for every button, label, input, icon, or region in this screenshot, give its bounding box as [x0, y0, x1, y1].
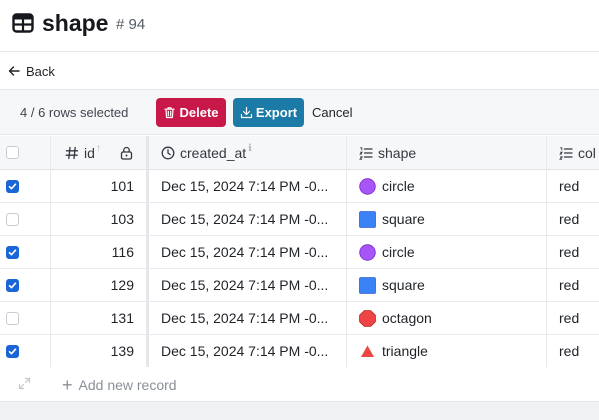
- cell-id[interactable]: 129: [51, 269, 146, 301]
- selection-count: 4 / 6 rows selected: [20, 105, 129, 120]
- red-octagon-icon: [359, 309, 376, 327]
- arrow-left-icon: [8, 66, 20, 76]
- info-icon[interactable]: ℹ: [248, 143, 252, 154]
- add-new-record-button[interactable]: + Add new record: [62, 376, 177, 394]
- table-row[interactable]: 103 Dec 15, 2024 7:14 PM -0... square red: [0, 203, 599, 236]
- add-record-label: Add new record: [78, 377, 177, 393]
- row-checkbox[interactable]: [6, 212, 19, 226]
- cell-created-at[interactable]: Dec 15, 2024 7:14 PM -0...: [146, 269, 346, 301]
- plus-icon: +: [62, 375, 73, 395]
- hash-icon: [65, 146, 79, 159]
- cell-created-at[interactable]: Dec 15, 2024 7:14 PM -0...: [146, 335, 346, 367]
- cell-color[interactable]: red: [546, 302, 599, 334]
- select-all-checkbox[interactable]: [6, 146, 19, 159]
- cell-shape[interactable]: circle: [346, 170, 546, 202]
- row-select-cell: [0, 302, 51, 334]
- cell-shape[interactable]: square: [346, 203, 546, 235]
- cell-shape[interactable]: circle: [346, 236, 546, 268]
- download-icon: [240, 106, 253, 119]
- cell-id[interactable]: 116: [51, 236, 146, 268]
- table-row[interactable]: 139 Dec 15, 2024 7:14 PM -0... triangle red: [0, 335, 599, 367]
- status-bar: [0, 402, 599, 420]
- shape-value: octagon: [382, 310, 432, 326]
- blue-square-icon: [359, 210, 376, 228]
- column-label-shape: shape: [378, 144, 417, 161]
- cell-color[interactable]: red: [546, 269, 599, 301]
- blue-square-icon: [359, 276, 376, 294]
- cell-id[interactable]: 103: [51, 203, 146, 235]
- column-header-created-at[interactable]: created_at ℹ: [146, 136, 346, 169]
- shape-value: triangle: [382, 343, 428, 359]
- row-select-cell: [0, 170, 51, 202]
- table-header-row: id ↑ created_at ℹ shape col: [0, 136, 599, 170]
- page-title: shape: [42, 10, 109, 36]
- add-record-row: + Add new record: [0, 367, 599, 402]
- sort-asc-icon[interactable]: ↑: [96, 143, 101, 154]
- cell-created-at[interactable]: Dec 15, 2024 7:14 PM -0...: [146, 302, 346, 334]
- cell-shape[interactable]: square: [346, 269, 546, 301]
- shape-value: circle: [382, 178, 415, 194]
- row-checkbox[interactable]: [6, 245, 19, 259]
- row-select-cell: [0, 269, 51, 301]
- cell-id[interactable]: 139: [51, 335, 146, 367]
- row-select-cell: [0, 203, 51, 235]
- cell-created-at[interactable]: Dec 15, 2024 7:14 PM -0...: [146, 236, 346, 268]
- back-button[interactable]: Back: [8, 62, 55, 80]
- cancel-button[interactable]: Cancel: [312, 105, 352, 120]
- cell-color[interactable]: red: [546, 170, 599, 202]
- column-label-id: id: [84, 144, 95, 161]
- cell-color[interactable]: red: [546, 203, 599, 235]
- table-row[interactable]: 116 Dec 15, 2024 7:14 PM -0... circle red: [0, 236, 599, 269]
- cell-color[interactable]: red: [546, 335, 599, 367]
- row-select-cell: [0, 236, 51, 268]
- table-row[interactable]: 129 Dec 15, 2024 7:14 PM -0... square red: [0, 269, 599, 302]
- lock-icon: [120, 146, 133, 160]
- purple-circle-icon: [359, 243, 376, 261]
- page-header: shape # 94: [0, 0, 599, 52]
- expand-icon[interactable]: [18, 377, 31, 390]
- table-row[interactable]: 131 Dec 15, 2024 7:14 PM -0... octagon red: [0, 302, 599, 335]
- column-label-color: col: [578, 144, 596, 161]
- table-icon: [12, 13, 34, 33]
- cell-created-at[interactable]: Dec 15, 2024 7:14 PM -0...: [146, 203, 346, 235]
- row-checkbox[interactable]: [6, 344, 19, 358]
- row-checkbox[interactable]: [6, 311, 19, 325]
- row-select-cell: [0, 335, 51, 367]
- shape-value: circle: [382, 244, 415, 260]
- column-header-shape[interactable]: shape: [346, 136, 546, 169]
- shape-value: square: [382, 211, 425, 227]
- records-table: id ↑ created_at ℹ shape col 101 Dec 15, …: [0, 136, 599, 367]
- cell-id[interactable]: 101: [51, 170, 146, 202]
- list-icon: [359, 146, 373, 160]
- header-select-cell: [0, 136, 51, 169]
- selection-toolbar: 4 / 6 rows selected Delete Export Cancel: [0, 89, 599, 135]
- row-checkbox[interactable]: [6, 278, 19, 292]
- column-header-id[interactable]: id ↑: [51, 136, 146, 169]
- purple-circle-icon: [359, 177, 376, 195]
- back-label: Back: [26, 63, 55, 79]
- export-label: Export: [255, 105, 298, 120]
- trash-icon: [164, 107, 176, 119]
- clock-icon: [161, 146, 175, 159]
- cell-color[interactable]: red: [546, 236, 599, 268]
- delete-label: Delete: [179, 105, 219, 120]
- shape-value: square: [382, 277, 425, 293]
- column-header-color[interactable]: col: [546, 136, 599, 169]
- row-checkbox[interactable]: [6, 179, 19, 193]
- cell-id[interactable]: 131: [51, 302, 146, 334]
- table-row[interactable]: 101 Dec 15, 2024 7:14 PM -0... circle red: [0, 170, 599, 203]
- red-triangle-icon: [361, 345, 374, 357]
- cell-shape[interactable]: triangle: [346, 335, 546, 367]
- cell-created-at[interactable]: Dec 15, 2024 7:14 PM -0...: [146, 170, 346, 202]
- record-id: # 94: [116, 16, 146, 33]
- delete-button[interactable]: Delete: [156, 98, 226, 127]
- list-icon: [559, 146, 573, 160]
- cell-shape[interactable]: octagon: [346, 302, 546, 334]
- column-label-created-at: created_at: [180, 144, 247, 161]
- export-button[interactable]: Export: [233, 98, 304, 127]
